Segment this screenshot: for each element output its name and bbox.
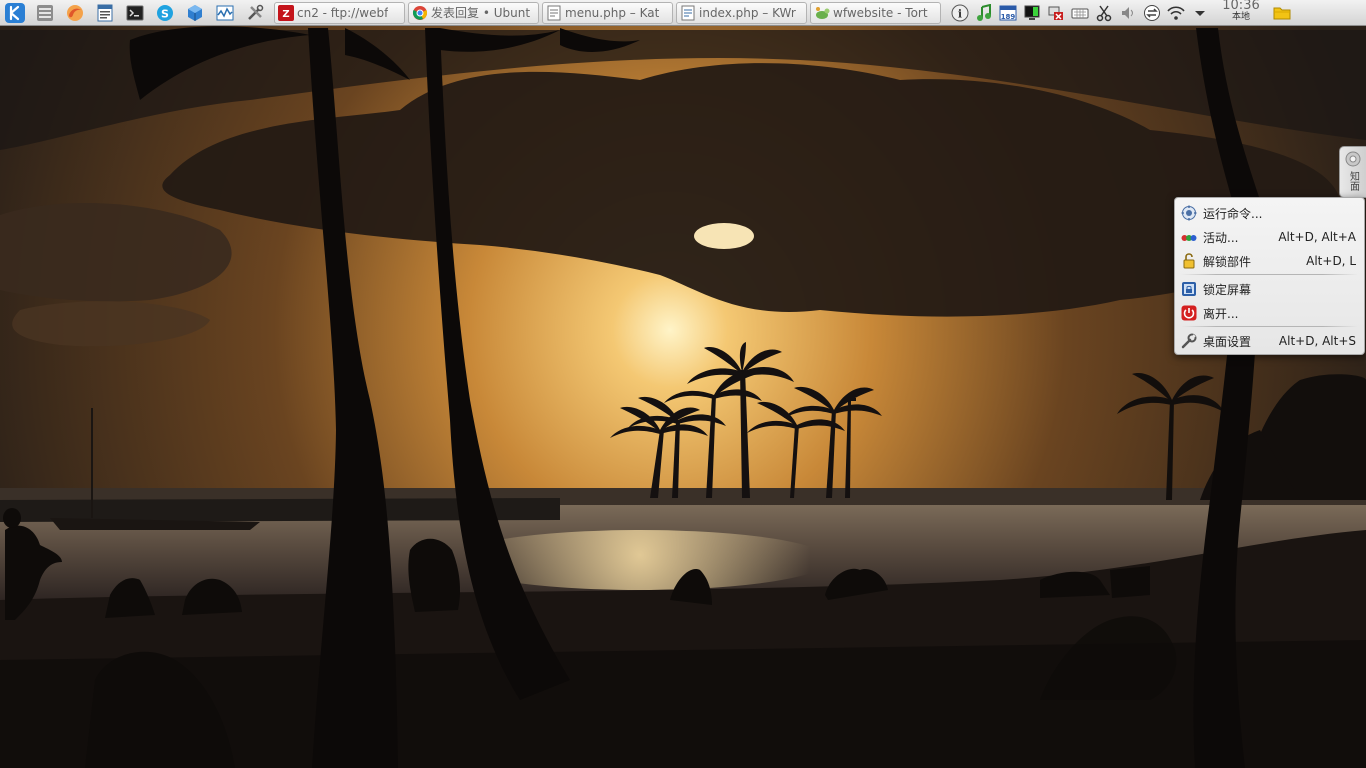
task-tortoise[interactable]: wfwebsite - Tort — [810, 1, 941, 24]
menu-item-label: 解锁部件 — [1203, 254, 1252, 269]
calendar-badge-icon[interactable]: 189 — [998, 2, 1018, 24]
menu-item-shortcut: Alt+D, L — [1306, 254, 1356, 268]
menu-item-label: 活动... — [1203, 230, 1239, 245]
chrome-icon — [412, 5, 428, 21]
task-label: cn2 - ftp://webf — [297, 5, 389, 20]
digital-clock[interactable]: 10:36 本地 — [1216, 0, 1266, 26]
clock-timezone: 本地 — [1231, 12, 1250, 22]
menu-item-label: 运行命令... — [1203, 206, 1263, 221]
menu-item-activities[interactable]: 活动... Alt+D, Alt+A — [1175, 225, 1364, 249]
clipboard-scissors-icon[interactable] — [1094, 2, 1114, 24]
menu-separator — [1181, 326, 1358, 327]
svg-text:i: i — [958, 7, 962, 20]
wifi-icon[interactable] — [1166, 2, 1186, 24]
svg-text:Z: Z — [282, 9, 289, 20]
system-tray: i 189 10:36 本地 — [948, 0, 1294, 26]
task-label: wfwebsite - Tort — [833, 5, 928, 20]
filezilla-icon: Z — [278, 4, 294, 21]
system-monitor-icon[interactable] — [214, 2, 236, 24]
network-manager-icon[interactable] — [1142, 2, 1162, 24]
folder-view-icon[interactable] — [1272, 2, 1292, 24]
kate-document-icon — [546, 5, 562, 21]
plasma-toolbox-icon — [1344, 150, 1362, 168]
task-chrome[interactable]: 发表回复 • Ubunt — [408, 1, 539, 24]
run-command-icon — [1181, 205, 1197, 221]
desktop-wallpaper[interactable] — [0, 0, 1366, 768]
firefox-icon[interactable] — [64, 2, 86, 24]
settings-tools-icon[interactable] — [244, 2, 266, 24]
quick-launch-bar: S — [0, 0, 270, 26]
tortoise-icon — [814, 5, 830, 21]
wrench-icon — [1181, 333, 1197, 349]
menu-item-shortcut: Alt+D, Alt+A — [1278, 230, 1356, 244]
skype-icon[interactable]: S — [154, 2, 176, 24]
task-manager: Z cn2 - ftp://webf 发表回复 • Ubunt menu.php… — [274, 0, 944, 26]
desktop-context-menu: 运行命令... 活动... Alt+D, Alt+A 解锁部件 Alt+D, L… — [1174, 197, 1365, 355]
kde-menu-icon[interactable] — [4, 2, 26, 24]
tray-expand-arrow-icon[interactable] — [1190, 2, 1210, 24]
virtualbox-icon[interactable] — [184, 2, 206, 24]
task-kate[interactable]: menu.php – Kat — [542, 1, 673, 24]
keyboard-icon[interactable] — [1070, 2, 1090, 24]
dolphin-file-manager-icon[interactable] — [34, 2, 56, 24]
clock-time: 10:36 — [1222, 0, 1260, 13]
task-label: index.php – KWr — [699, 5, 796, 20]
calendar-badge-number: 189 — [1001, 13, 1016, 21]
menu-item-shortcut: Alt+D, Alt+S — [1278, 334, 1356, 348]
menu-item-leave[interactable]: 离开... — [1175, 301, 1364, 325]
network-disconnected-icon[interactable] — [1046, 2, 1066, 24]
battery-monitor-icon[interactable] — [1022, 2, 1042, 24]
svg-text:S: S — [161, 7, 169, 20]
terminal-icon[interactable] — [124, 2, 146, 24]
menu-item-run-command[interactable]: 运行命令... — [1175, 201, 1364, 225]
menu-item-label: 桌面设置 — [1203, 334, 1252, 349]
unlock-icon — [1181, 253, 1197, 269]
menu-item-unlock-widgets[interactable]: 解锁部件 Alt+D, L — [1175, 249, 1364, 273]
power-icon — [1181, 305, 1197, 321]
task-label: menu.php – Kat — [565, 5, 660, 20]
menu-item-desktop-settings[interactable]: 桌面设置 Alt+D, Alt+S — [1175, 329, 1364, 353]
menu-separator — [1181, 274, 1358, 275]
volume-icon[interactable] — [1118, 2, 1138, 24]
menu-item-label: 离开... — [1203, 306, 1239, 321]
kwrite-document-icon — [680, 5, 696, 21]
writer-document-icon[interactable] — [94, 2, 116, 24]
top-panel: S Z cn2 - ftp://webf 发表回复 • Ubunt menu.p… — [0, 0, 1366, 26]
toolbox-label: 知面 — [1347, 171, 1359, 191]
task-label: 发表回复 • Ubunt — [431, 6, 531, 20]
menu-item-label: 锁定屏幕 — [1203, 282, 1252, 297]
task-kwrite[interactable]: index.php – KWr — [676, 1, 807, 24]
music-player-icon[interactable] — [974, 2, 994, 24]
info-icon[interactable]: i — [950, 2, 970, 24]
lock-screen-icon — [1181, 281, 1197, 297]
activities-icon — [1181, 229, 1197, 245]
task-filezilla[interactable]: Z cn2 - ftp://webf — [274, 1, 405, 24]
desktop-toolbox[interactable]: 知面 — [1339, 146, 1366, 198]
menu-item-lock-screen[interactable]: 锁定屏幕 — [1175, 277, 1364, 301]
